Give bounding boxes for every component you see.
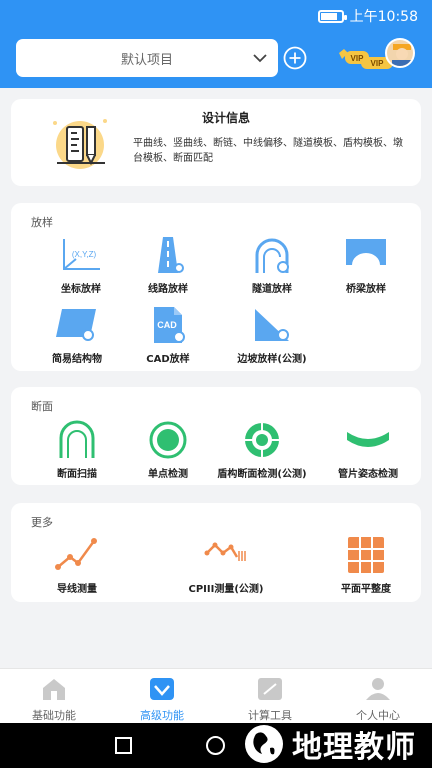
app-header: 上午10:58 默认项目 VIP VIP — [0, 0, 432, 88]
shield-ring-section-icon — [245, 423, 279, 457]
tab-calculator[interactable]: 计算工具 — [216, 677, 324, 723]
design-info-card[interactable]: 设计信息 平曲线、竖曲线、断链、中线偏移、隧道模板、盾构模板、墩台模板、断面匹配 — [11, 99, 421, 186]
project-select[interactable]: 默认项目 — [16, 39, 278, 77]
section-title-section: 断面 — [31, 400, 53, 413]
stakeout-coordinate-label: 坐标放样 — [61, 284, 101, 295]
design-info-title: 设计信息 — [201, 111, 250, 125]
status-time: 上午10:58 — [349, 9, 418, 25]
stakeout-route-label: 线路放样 — [148, 284, 188, 295]
svg-text:CAD: CAD — [157, 320, 177, 330]
section-scan-label: 断面扫描 — [57, 469, 97, 480]
stakeout-tunnel-button[interactable]: 隧道放样 — [222, 235, 322, 295]
home-icon — [43, 679, 65, 700]
stakeout-section: 放样 (X,Y,Z) 坐标放样 线路放样 隧道放样 桥梁放样 简易结构物 CAD… — [11, 203, 421, 371]
stakeout-bridge-button[interactable]: 桥梁放样 — [316, 235, 416, 295]
stakeout-simple-structure-button[interactable]: 简易结构物 — [27, 305, 127, 365]
segment-arc-icon — [347, 432, 389, 447]
segment-attitude-check-label: 管片姿态检测 — [338, 469, 398, 480]
single-point-check-label: 单点检测 — [148, 469, 188, 480]
tab-profile[interactable]: 个人中心 — [324, 677, 432, 723]
globe-icon — [245, 725, 283, 763]
more-section: 更多 导线测量 CPIII测量(公测) 平面平整度 — [11, 503, 421, 602]
tab-advanced-label: 高级功能 — [140, 709, 184, 722]
project-select-value: 默认项目 — [120, 52, 173, 68]
diamond-icon — [150, 678, 174, 700]
single-point-target-icon — [149, 421, 187, 459]
road-lane-icon — [158, 237, 184, 273]
home-button[interactable] — [206, 736, 225, 755]
stakeout-simple-structure-label: 简易结构物 — [52, 354, 102, 365]
traverse-survey-label: 导线测量 — [57, 584, 97, 595]
stakeout-slope-button[interactable]: 边坡放样(公测) — [222, 305, 322, 365]
stakeout-slope-label: 边坡放样(公测) — [237, 354, 307, 365]
add-project-button[interactable] — [283, 46, 307, 70]
bottom-tab-bar: 基础功能 高级功能 计算工具 个人中心 — [0, 668, 432, 723]
section-title-stakeout: 放样 — [31, 216, 53, 229]
stakeout-coordinate-button[interactable]: (X,Y,Z) 坐标放样 — [31, 235, 131, 295]
flatness-grid-icon — [348, 537, 384, 573]
flatness-button[interactable]: 平面平整度 — [316, 535, 416, 595]
simple-structure-icon — [56, 309, 96, 341]
calculator-icon — [258, 678, 282, 700]
bridge-icon — [346, 239, 386, 265]
section-title-more: 更多 — [31, 516, 53, 529]
design-info-description: 平曲线、竖曲线、断链、中线偏移、隧道模板、盾构模板、墩台模板、断面匹配 — [133, 138, 403, 164]
stakeout-cad-button[interactable]: CAD CAD放样 — [118, 305, 218, 365]
user-icon — [366, 678, 390, 700]
shield-section-check-label: 盾构断面检测(公测) — [217, 469, 307, 480]
tab-basic-label: 基础功能 — [32, 709, 76, 722]
traverse-survey-button[interactable]: 导线测量 — [27, 535, 127, 595]
slope-icon — [255, 309, 289, 341]
stakeout-cad-label: CAD放样 — [146, 354, 190, 365]
watermark: 地理教师 — [242, 720, 428, 768]
section-scan-button[interactable]: 断面扫描 — [27, 420, 127, 480]
tunnel-icon — [255, 238, 289, 273]
cpiii-survey-label: CPIII测量(公测) — [188, 584, 264, 595]
segment-attitude-check-button[interactable]: 管片姿态检测 — [318, 420, 418, 480]
flatness-label: 平面平整度 — [341, 584, 391, 595]
design-ruler-pencil-icon — [53, 119, 107, 169]
cpiii-line-icon — [204, 542, 246, 561]
stakeout-tunnel-label: 隧道放样 — [252, 284, 292, 295]
recent-apps-button[interactable] — [115, 737, 132, 754]
shield-section-check-button[interactable]: 盾构断面检测(公测) — [212, 420, 312, 480]
coordinate-axes-icon: (X,Y,Z) — [63, 239, 100, 270]
cad-file-icon: CAD — [154, 307, 185, 343]
svg-text:(X,Y,Z): (X,Y,Z) — [72, 250, 97, 259]
status-bar: 上午10:58 — [317, 6, 418, 26]
tab-basic[interactable]: 基础功能 — [0, 677, 108, 723]
cpiii-survey-button[interactable]: CPIII测量(公测) — [176, 535, 276, 595]
tunnel-section-scan-icon — [59, 420, 95, 458]
svg-text:VIP: VIP — [371, 59, 385, 68]
stakeout-route-button[interactable]: 线路放样 — [118, 235, 218, 295]
traverse-line-icon — [55, 538, 97, 570]
battery-icon — [317, 9, 347, 23]
tab-advanced[interactable]: 高级功能 — [108, 677, 216, 723]
chevron-down-icon — [253, 54, 267, 63]
avatar[interactable] — [385, 38, 415, 68]
single-point-check-button[interactable]: 单点检测 — [118, 420, 218, 480]
stakeout-bridge-label: 桥梁放样 — [346, 284, 386, 295]
section-inspection-section: 断面 断面扫描 单点检测 盾构断面检测(公测) 管片姿态检测 — [11, 387, 421, 485]
watermark-text: 地理教师 — [292, 730, 416, 765]
